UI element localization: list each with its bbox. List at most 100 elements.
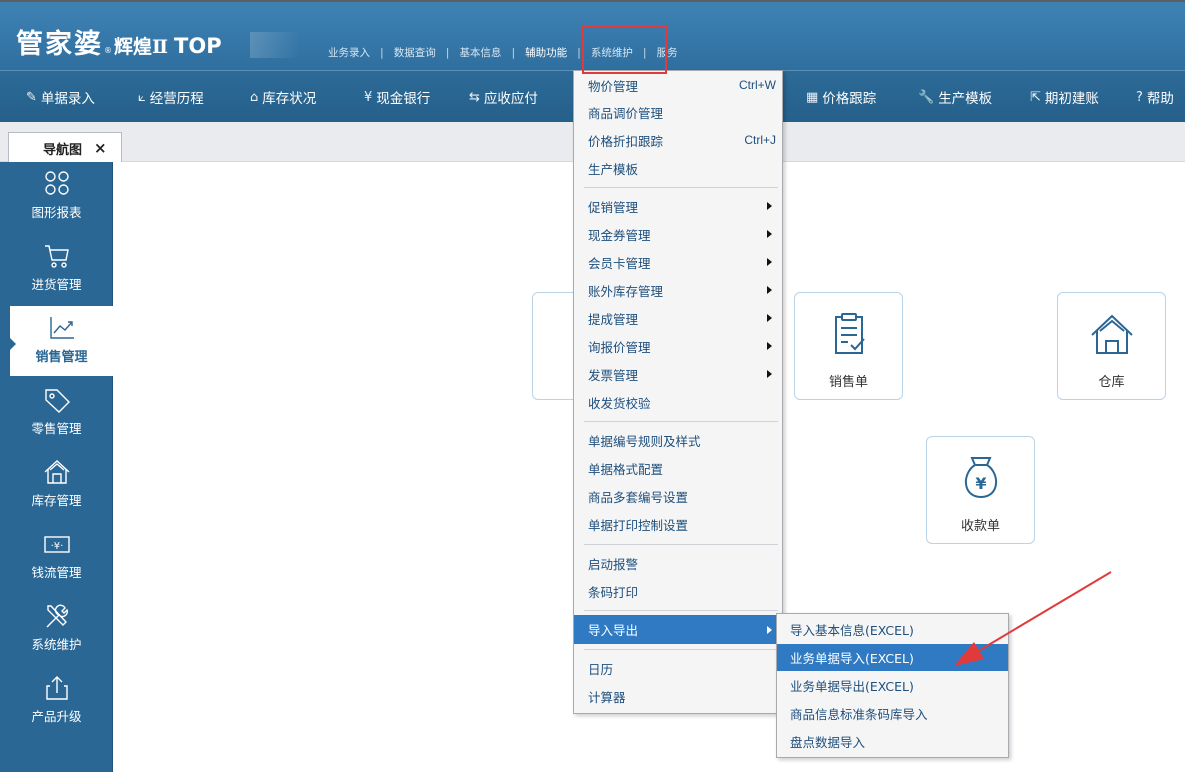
menu-item-document-format[interactable]: 单据格式配置	[574, 455, 782, 481]
toolbar-label: 期初建账	[1044, 91, 1099, 106]
top-menu-auxiliary[interactable]: 辅助功能	[515, 45, 577, 60]
menu-item-label: 条码打印	[588, 584, 639, 600]
close-icon[interactable]: ×	[94, 139, 107, 157]
tools-icon	[46, 604, 68, 628]
toolbar-business-history-button[interactable]: ⟀ 经营历程	[138, 87, 204, 107]
card-label: 销售单	[828, 375, 868, 390]
logo-registered-mark: ®	[104, 46, 112, 55]
menu-item-production-template[interactable]: 生产模板	[574, 155, 782, 181]
sidebar-item-purchase[interactable]: 进货管理	[0, 234, 113, 304]
toolbar-receivable-payable-button[interactable]: ⇆ 应收应付	[469, 87, 538, 107]
menu-separator	[584, 649, 778, 650]
menu-item-quotation[interactable]: 询报价管理	[574, 333, 782, 359]
menu-item-label: 价格折扣跟踪	[588, 133, 664, 149]
toolbar-production-template-button[interactable]: 🔧 生产模板	[918, 87, 992, 107]
card-label: 仓库	[1098, 375, 1125, 390]
submenu-item-import-basic-info[interactable]: 导入基本信息(EXCEL)	[777, 616, 1008, 643]
menu-item-import-export[interactable]: 导入导出	[574, 615, 782, 644]
upgrade-icon	[45, 676, 68, 700]
sidebar-label: 钱流管理	[31, 565, 82, 580]
nav-card-sales-order[interactable]: 销售单	[794, 292, 903, 400]
menu-item-label: 单据格式配置	[588, 461, 664, 477]
menu-item-label: 账外库存管理	[588, 283, 664, 299]
app-logo: 管家婆 ® 辉煌Ⅱ TOP	[16, 22, 222, 62]
toolbar-price-tracking-button[interactable]: ▦ 价格跟踪	[806, 87, 876, 107]
menu-item-discount-tracking[interactable]: 价格折扣跟踪 Ctrl+J	[574, 127, 782, 153]
menu-item-label: 收发货校验	[588, 395, 651, 411]
menu-item-price-management[interactable]: 物价管理 Ctrl+W	[574, 72, 782, 98]
sidebar-item-inventory[interactable]: 库存管理	[0, 450, 113, 520]
menu-item-label: 物价管理	[588, 78, 639, 94]
menu-item-promotion[interactable]: 促销管理	[574, 193, 782, 219]
menu-item-offbook-inventory[interactable]: 账外库存管理	[574, 277, 782, 303]
import-export-submenu: 导入基本信息(EXCEL) 业务单据导入(EXCEL) 业务单据导出(EXCEL…	[776, 613, 1009, 758]
top-menu-service[interactable]: 服务	[647, 45, 688, 60]
cash-icon: ·¥·	[43, 536, 70, 553]
toolbar-help-button[interactable]: ? 帮助	[1136, 87, 1174, 107]
submenu-item-label: 导入基本信息(EXCEL)	[790, 623, 914, 638]
menu-item-calculator[interactable]: 计算器	[574, 683, 782, 709]
menu-item-print-control[interactable]: 单据打印控制设置	[574, 511, 782, 537]
menu-item-member-card[interactable]: 会员卡管理	[574, 249, 782, 275]
toolbar-cash-bank-button[interactable]: ¥ 现金银行	[364, 87, 430, 107]
top-menu-business-entry[interactable]: 业务录入	[318, 45, 380, 60]
submenu-item-import-business-docs[interactable]: 业务单据导入(EXCEL)	[777, 644, 1008, 671]
menu-item-calendar[interactable]: 日历	[574, 655, 782, 681]
submenu-item-label: 盘点数据导入	[790, 735, 866, 750]
nav-card-receipt[interactable]: ¥ 收款单	[926, 436, 1035, 544]
menu-shortcut: Ctrl+J	[744, 133, 776, 147]
external-link-icon: ⇱	[1030, 89, 1041, 105]
toolbar-document-entry-button[interactable]: ✎ 单据录入	[26, 87, 95, 107]
tab-navigation-map[interactable]: 导航图 ×	[8, 132, 122, 163]
toolbar-label: 现金银行	[376, 91, 431, 106]
sidebar-item-sales[interactable]: 销售管理	[10, 306, 113, 376]
toolbar-inventory-status-button[interactable]: ⌂ 库存状况	[250, 87, 316, 107]
menu-item-label: 商品调价管理	[588, 105, 664, 121]
toolbar-opening-setup-button[interactable]: ⇱ 期初建账	[1030, 87, 1099, 107]
top-menu-system-maintenance[interactable]: 系统维护	[581, 45, 643, 60]
menu-item-cash-voucher[interactable]: 现金券管理	[574, 221, 782, 247]
sidebar-label: 产品升级	[31, 709, 82, 724]
submenu-arrow-icon	[767, 314, 772, 322]
toolbar-label: 生产模板	[938, 91, 993, 106]
submenu-item-export-business-docs[interactable]: 业务单据导出(EXCEL)	[777, 672, 1008, 699]
warehouse-icon	[44, 460, 69, 484]
menu-item-label: 商品多套编号设置	[588, 489, 689, 505]
sidebar-label: 零售管理	[31, 421, 82, 436]
menu-item-startup-alarm[interactable]: 启动报警	[574, 550, 782, 576]
submenu-arrow-icon	[767, 286, 772, 294]
menu-item-price-adjustment[interactable]: 商品调价管理	[574, 99, 782, 125]
warehouse-icon	[1090, 314, 1133, 354]
sidebar-item-system-maintenance[interactable]: 系统维护	[0, 594, 113, 664]
menu-item-commission[interactable]: 提成管理	[574, 305, 782, 331]
sidebar-item-product-upgrade[interactable]: 产品升级	[0, 666, 113, 736]
submenu-arrow-icon	[767, 202, 772, 210]
sidebar-label: 库存管理	[31, 493, 82, 508]
top-menu-basic-info[interactable]: 基本信息	[449, 45, 511, 60]
logo-edition-text: 辉煌Ⅱ	[114, 36, 169, 58]
menu-item-label: 导入导出	[588, 623, 639, 638]
menu-item-label: 单据打印控制设置	[588, 517, 689, 533]
submenu-arrow-icon	[767, 625, 772, 634]
toolbar-label: 单据录入	[40, 91, 95, 106]
menu-item-delivery-check[interactable]: 收发货校验	[574, 389, 782, 415]
sidebar-item-retail[interactable]: 零售管理	[0, 378, 113, 448]
sidebar-item-cashflow[interactable]: ·¥· 钱流管理	[0, 522, 113, 592]
logo-fade-decoration	[250, 32, 300, 58]
home-icon: ⌂	[250, 89, 259, 105]
card-label: 收款单	[960, 519, 1000, 534]
menu-item-invoice[interactable]: 发票管理	[574, 361, 782, 387]
menu-item-multi-code-settings[interactable]: 商品多套编号设置	[574, 483, 782, 509]
nav-card-warehouse[interactable]: 仓库	[1057, 292, 1166, 400]
sidebar-item-graphic-reports[interactable]: 图形报表	[0, 162, 113, 232]
submenu-item-import-barcode-library[interactable]: 商品信息标准条码库导入	[777, 700, 1008, 727]
submenu-item-import-stocktake[interactable]: 盘点数据导入	[777, 728, 1008, 755]
menu-item-document-numbering[interactable]: 单据编号规则及样式	[574, 427, 782, 453]
menu-item-label: 会员卡管理	[588, 255, 651, 271]
sidebar-label: 图形报表	[31, 205, 82, 220]
top-menu-data-query[interactable]: 数据查询	[384, 45, 446, 60]
menu-item-label: 日历	[588, 661, 614, 677]
cart-icon	[44, 245, 69, 268]
menu-item-barcode-print[interactable]: 条码打印	[574, 578, 782, 604]
menu-separator	[584, 544, 778, 545]
